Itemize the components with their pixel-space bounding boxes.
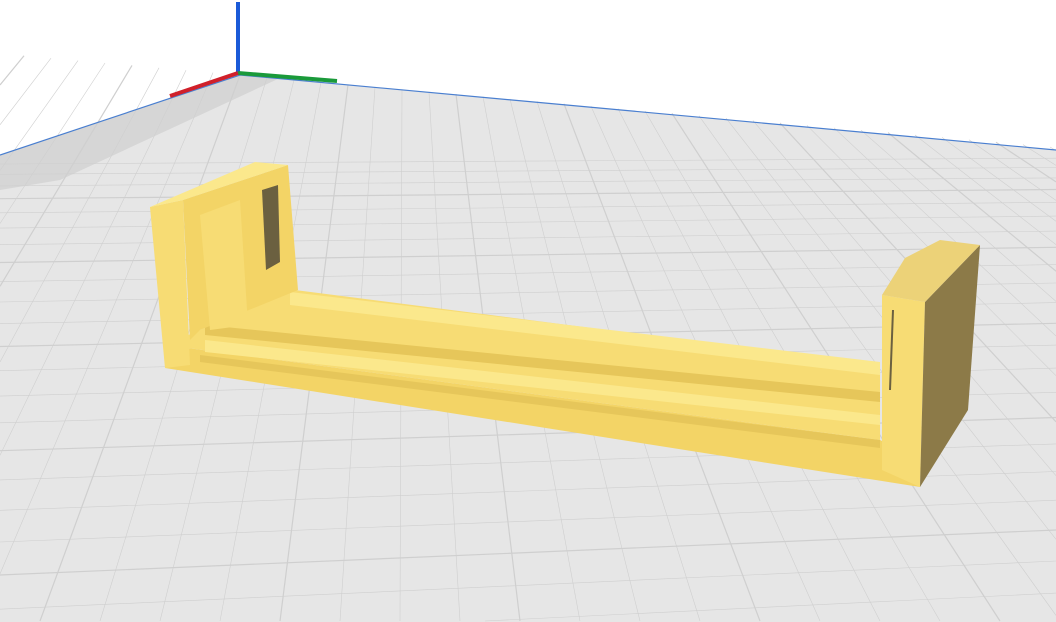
grid-line xyxy=(0,58,52,125)
model-right-block-front xyxy=(882,295,925,487)
grid-line xyxy=(0,55,25,86)
3d-viewport[interactable] xyxy=(0,0,1056,622)
scene[interactable] xyxy=(0,0,1056,622)
